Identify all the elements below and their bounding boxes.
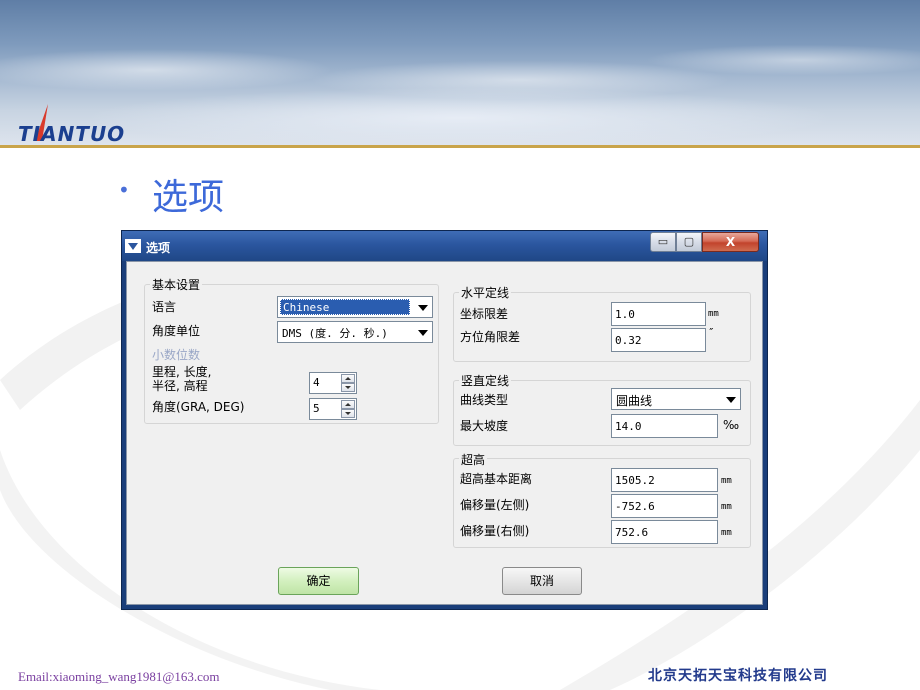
azimuth-tolerance-unit: ″ bbox=[708, 326, 715, 339]
stepper-down-icon[interactable] bbox=[341, 409, 355, 418]
mileage-label-line1: 里程, 长度, bbox=[152, 365, 212, 379]
angle-unit-label: 角度单位 bbox=[152, 324, 201, 338]
coord-tolerance-field[interactable]: 1.0 bbox=[611, 302, 706, 326]
azimuth-tolerance-label: 方位角限差 bbox=[460, 330, 521, 344]
decimals-label: 小数位数 bbox=[152, 348, 201, 362]
stepper-buttons[interactable] bbox=[341, 400, 355, 418]
chevron-down-icon bbox=[418, 305, 428, 311]
footer-email: Email:xiaoming_wang1981@163.com bbox=[18, 669, 220, 684]
app-icon bbox=[125, 239, 141, 253]
offset-left-unit: mm bbox=[721, 502, 732, 512]
header-divider bbox=[0, 145, 920, 148]
chevron-down-icon bbox=[726, 397, 736, 403]
minimize-icon: ▭ bbox=[657, 235, 669, 248]
title-bullet: • bbox=[118, 178, 130, 202]
azimuth-tolerance-field[interactable]: 0.32 bbox=[611, 328, 706, 352]
offset-right-field[interactable]: 752.6 bbox=[611, 520, 718, 544]
group-title-superelevation: 超高 bbox=[459, 451, 488, 468]
curve-type-label: 曲线类型 bbox=[460, 393, 509, 407]
max-grade-field[interactable]: 14.0 bbox=[611, 414, 718, 438]
group-title-horizontal: 水平定线 bbox=[459, 284, 512, 301]
offset-left-field[interactable]: -752.6 bbox=[611, 494, 718, 518]
language-selected-value: Chinese bbox=[280, 299, 410, 315]
group-title-basic-settings: 基本设置 bbox=[150, 276, 203, 293]
options-dialog: 选项 ▭ ▢ X 基本设置 语言 Chinese 角度单位 DMS (度. 分.… bbox=[121, 230, 768, 610]
angle-unit-selected-value: DMS (度. 分. 秒.) bbox=[282, 327, 388, 340]
header-banner bbox=[0, 0, 920, 148]
language-select[interactable]: Chinese bbox=[277, 296, 433, 318]
base-distance-unit: mm bbox=[721, 476, 732, 486]
group-horizontal: 水平定线 bbox=[453, 284, 751, 362]
company-logo: TIANTUO bbox=[18, 104, 138, 146]
maximize-button[interactable]: ▢ bbox=[676, 232, 702, 252]
offset-right-unit: mm bbox=[721, 528, 732, 538]
stepper-down-icon[interactable] bbox=[341, 383, 355, 392]
minimize-button[interactable]: ▭ bbox=[650, 232, 676, 252]
dialog-titlebar[interactable]: 选项 ▭ ▢ X bbox=[122, 231, 767, 261]
coord-tolerance-label: 坐标限差 bbox=[460, 307, 509, 321]
base-distance-field[interactable]: 1505.2 bbox=[611, 468, 718, 492]
mileage-label-line2: 半径, 高程 bbox=[152, 379, 208, 393]
base-distance-label: 超高基本距离 bbox=[460, 472, 533, 486]
offset-right-label: 偏移量(右侧) bbox=[460, 524, 530, 538]
footer-company: 北京天拓天宝科技有限公司 bbox=[648, 668, 828, 684]
maximize-icon: ▢ bbox=[683, 235, 695, 248]
angle-decimals-stepper[interactable]: 5 bbox=[309, 398, 357, 420]
stepper-up-icon[interactable] bbox=[341, 374, 355, 383]
mileage-decimals-stepper[interactable]: 4 bbox=[309, 372, 357, 394]
cancel-button[interactable]: 取消 bbox=[502, 567, 582, 595]
language-label: 语言 bbox=[152, 300, 177, 314]
curve-type-select[interactable]: 圆曲线 bbox=[611, 388, 741, 410]
slide-title: 选项 bbox=[152, 177, 225, 218]
angle-decimals-label: 角度(GRA, DEG) bbox=[152, 400, 245, 414]
close-button[interactable]: X bbox=[702, 232, 759, 252]
offset-left-label: 偏移量(左侧) bbox=[460, 498, 530, 512]
chevron-down-icon bbox=[418, 330, 428, 336]
mileage-decimals-value: 4 bbox=[313, 376, 320, 389]
dialog-body: 基本设置 语言 Chinese 角度单位 DMS (度. 分. 秒.) 小数位数… bbox=[126, 261, 763, 605]
dialog-title: 选项 bbox=[146, 241, 171, 255]
angle-decimals-value: 5 bbox=[313, 402, 320, 415]
coord-tolerance-unit: mm bbox=[708, 309, 719, 319]
close-icon: X bbox=[725, 235, 736, 249]
ok-button[interactable]: 确定 bbox=[278, 567, 359, 595]
logo-text: TIANTUO bbox=[18, 122, 126, 146]
group-title-vertical: 竖直定线 bbox=[459, 372, 512, 389]
max-grade-label: 最大坡度 bbox=[460, 419, 509, 433]
stepper-buttons[interactable] bbox=[341, 374, 355, 392]
angle-unit-select[interactable]: DMS (度. 分. 秒.) bbox=[277, 321, 433, 343]
curve-type-selected-value: 圆曲线 bbox=[616, 394, 653, 408]
max-grade-unit: ‰ bbox=[723, 418, 740, 432]
stepper-up-icon[interactable] bbox=[341, 400, 355, 409]
